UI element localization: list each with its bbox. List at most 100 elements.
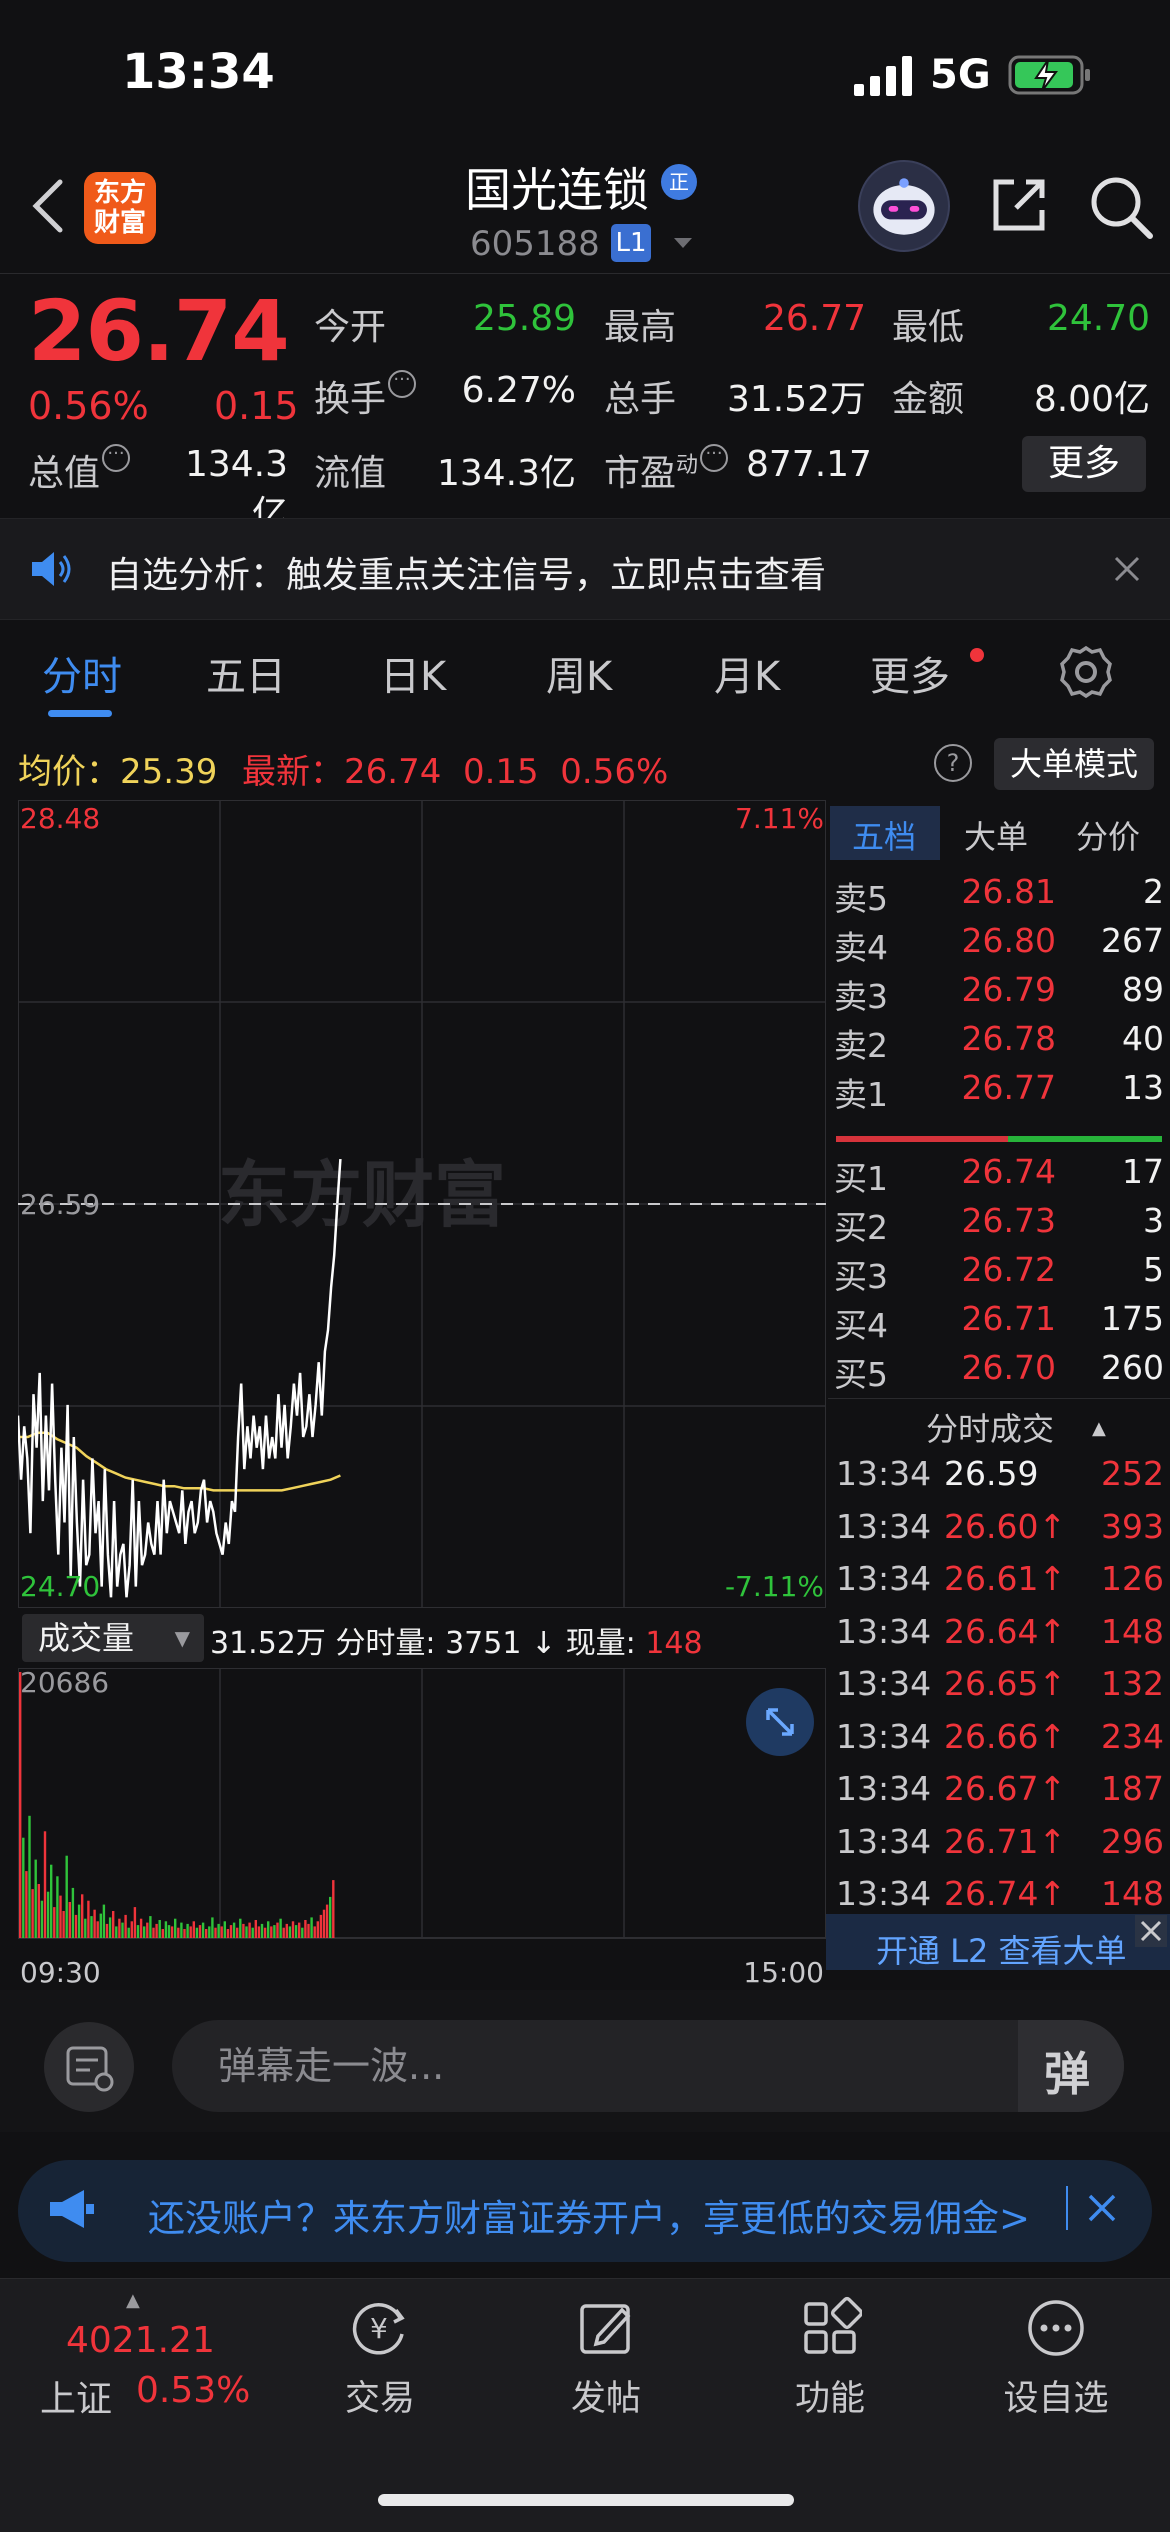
volume-bar (298, 1922, 301, 1938)
bid-pressure-bar (1008, 1136, 1162, 1142)
indicator-selector[interactable]: 成交量 ▼ (22, 1614, 204, 1662)
info-dots-icon[interactable]: ··· (700, 444, 729, 472)
ask-row[interactable]: 卖4 26.80 267 (828, 921, 1170, 969)
tab-daily-k[interactable]: 日K (380, 644, 446, 702)
tab-intraday[interactable]: 分时 (42, 644, 122, 702)
clock: 13:34 (122, 44, 275, 100)
time-end-label: 15:00 (743, 1956, 824, 1988)
close-icon[interactable] (1110, 552, 1144, 586)
volume-bar (164, 1921, 168, 1938)
info-dots-icon[interactable]: ··· (102, 444, 131, 472)
ticks-title[interactable]: 分时成交 (926, 1404, 1054, 1450)
search-icon[interactable] (1086, 172, 1156, 242)
back-chevron-icon[interactable] (24, 170, 68, 242)
current-price: 26.74 (28, 282, 290, 380)
tab-more[interactable]: 更多 (870, 644, 950, 702)
grid-function-icon[interactable] (798, 2296, 862, 2360)
big-order-mode-button[interactable]: 大单模式 (994, 738, 1154, 790)
ask-row[interactable]: 卖5 26.81 2 (828, 872, 1170, 920)
volume-bar (139, 1918, 143, 1938)
volume-bar (245, 1926, 248, 1938)
volume-bar (229, 1925, 233, 1938)
volume-max-label: 20686 (20, 1668, 109, 1699)
bid-row[interactable]: 买3 26.72 5 (828, 1250, 1170, 1298)
ask-row[interactable]: 卖1 26.77 13 (828, 1068, 1170, 1116)
market-cap-label[interactable]: 总值 ··· (28, 444, 131, 496)
close-icon[interactable] (1086, 2192, 1118, 2224)
gear-icon[interactable] (1058, 644, 1114, 700)
tab-level5[interactable]: 五档 (852, 812, 916, 858)
tab-monthly-k[interactable]: 月K (714, 644, 780, 702)
volume-bar (257, 1926, 261, 1938)
bid-row[interactable]: 买2 26.73 3 (828, 1201, 1170, 1249)
volume-bar (143, 1926, 146, 1938)
ad-text[interactable]: 还没账户？来东方财富证券开户，享更低的交易佣金> (148, 2188, 1030, 2242)
home-indicator (378, 2494, 794, 2506)
more-circle-icon[interactable] (1024, 2296, 1088, 2360)
nav-post[interactable]: 发帖 (526, 2370, 686, 2421)
volume-bar (90, 1916, 93, 1938)
info-dots-icon[interactable]: ··· (388, 370, 417, 398)
share-icon[interactable] (986, 172, 1052, 238)
bid-row[interactable]: 买5 26.70 260 (828, 1348, 1170, 1396)
volume-bar (62, 1911, 65, 1938)
pe-label[interactable]: 市盈动 ··· (604, 444, 729, 496)
volume-bar (301, 1927, 304, 1938)
intraday-chart[interactable]: 东方财富 28.48 7.11% 26.59 24.70 -7.11% (18, 800, 826, 1608)
tab-big-orders[interactable]: 大单 (964, 812, 1028, 858)
index-name[interactable]: 上证 (40, 2370, 112, 2422)
tab-five-day[interactable]: 五日 (206, 644, 286, 702)
stock-name[interactable]: 国光连锁 (465, 154, 649, 220)
high-value: 26.77 (762, 298, 866, 339)
caret-up-icon[interactable]: ▲ (126, 2290, 140, 2311)
danmaku-settings-icon[interactable] (44, 2022, 134, 2112)
nav-functions[interactable]: 功能 (750, 2370, 910, 2421)
post-edit-icon[interactable] (574, 2296, 638, 2360)
tab-price-dist[interactable]: 分价 (1076, 812, 1140, 858)
ask-row[interactable]: 卖3 26.79 89 (828, 970, 1170, 1018)
robot-assistant-icon[interactable] (858, 160, 950, 252)
nav-add-watchlist[interactable]: 设自选 (976, 2370, 1136, 2421)
volume-bar (170, 1926, 174, 1938)
app-logo[interactable]: 东方财富 (84, 172, 156, 244)
amount-value: 8.00亿 (1033, 379, 1150, 420)
notice-text[interactable]: 自选分析：触发重点关注信号，立即点击查看 (106, 546, 826, 598)
volume-bar (223, 1921, 226, 1938)
nav-trade[interactable]: 交易 (300, 2370, 460, 2421)
index-change[interactable]: 0.53% (136, 2370, 250, 2411)
volume-bar (146, 1922, 149, 1938)
volume-bar (260, 1923, 264, 1938)
bid-row[interactable]: 买1 26.74 17 (828, 1152, 1170, 1200)
volume-bar (43, 1831, 47, 1938)
volume-bar (205, 1929, 208, 1938)
bid-row[interactable]: 买4 26.71 175 (828, 1299, 1170, 1347)
volume-bar (285, 1923, 288, 1938)
danmaku-input[interactable]: 弹幕走一波... (172, 2020, 1124, 2112)
danmaku-send-button[interactable]: 弹 (1018, 2020, 1124, 2112)
index-value[interactable]: 4021.21 (66, 2320, 215, 2361)
ask-row[interactable]: 卖2 26.78 40 (828, 1019, 1170, 1067)
trade-yen-icon[interactable]: ¥ (348, 2298, 414, 2358)
more-button[interactable]: 更多 (1022, 436, 1146, 492)
caret-up-icon[interactable]: ▲ (1092, 1418, 1106, 1439)
help-icon[interactable]: ? (934, 744, 972, 782)
prev-close-label: 26.59 (20, 1188, 100, 1221)
l2-banner-text[interactable]: 开通 L2 查看大单 (876, 1926, 1127, 1972)
divider (1066, 2186, 1068, 2230)
volume-bar (112, 1911, 115, 1938)
svg-text:¥: ¥ (370, 2312, 388, 2345)
volume-bar (34, 1859, 37, 1938)
megaphone-icon (50, 2190, 94, 2228)
level-badge[interactable]: L1 (611, 224, 651, 262)
volume-value: 31.52万 (726, 379, 866, 420)
expand-icon[interactable] (746, 1688, 814, 1756)
tab-weekly-k[interactable]: 周K (546, 644, 612, 702)
close-icon[interactable] (1134, 1914, 1168, 1948)
danmaku-button-label: 弹 (1044, 2047, 1090, 2101)
volume-bars (19, 1672, 335, 1938)
turnover-label[interactable]: 换手 ··· (314, 370, 417, 422)
volume-bar (155, 1923, 158, 1938)
volume-bar (46, 1891, 50, 1938)
signal-icon (854, 56, 912, 96)
caret-down-icon[interactable] (672, 232, 694, 254)
